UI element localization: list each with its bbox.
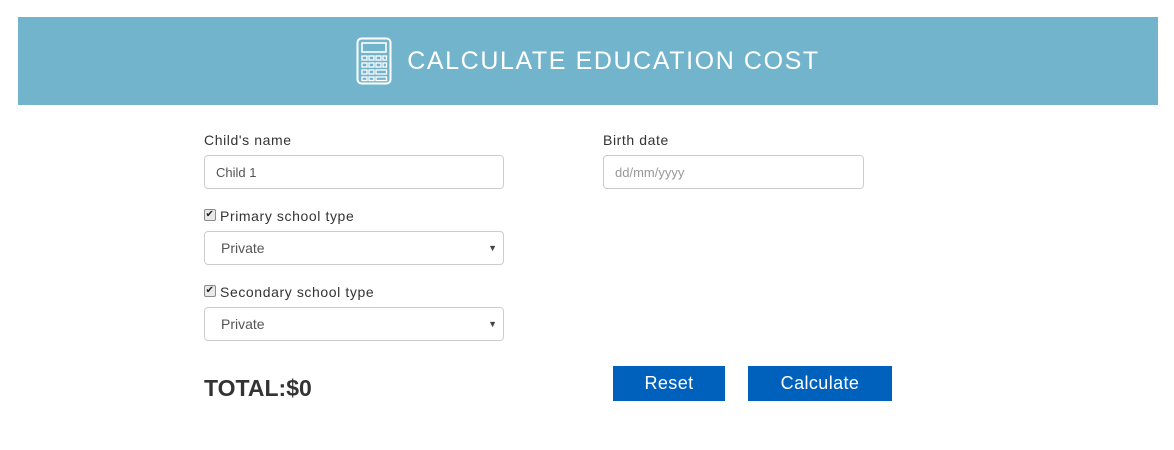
total-display: TOTAL: $0	[204, 375, 312, 402]
birth-date-input[interactable]	[603, 155, 864, 189]
page-title: CALCULATE EDUCATION COST	[407, 46, 820, 75]
birth-date-label: Birth date	[603, 132, 669, 148]
calculate-button[interactable]: Calculate	[748, 366, 892, 401]
reset-button[interactable]: Reset	[613, 366, 725, 401]
child-name-label: Child's name	[204, 132, 292, 148]
secondary-school-checkbox[interactable]: ✔	[204, 284, 216, 297]
page: CALCULATE EDUCATION COST Child's name Bi…	[0, 0, 1174, 450]
primary-school-selected: Private	[221, 240, 265, 256]
header-content: CALCULATE EDUCATION COST	[356, 37, 820, 85]
child-name-input[interactable]	[204, 155, 504, 189]
header-banner: CALCULATE EDUCATION COST	[18, 17, 1158, 105]
secondary-school-select[interactable]: Private ▼	[204, 307, 504, 341]
secondary-school-row: ✔ Secondary school type	[204, 284, 374, 300]
calculator-icon	[356, 37, 392, 85]
primary-school-label: Primary school type	[220, 208, 355, 224]
primary-school-row: ✔ Primary school type	[204, 208, 354, 224]
secondary-school-selected: Private	[221, 316, 265, 332]
chevron-down-icon: ▼	[488, 319, 497, 329]
total-label: TOTAL:	[204, 375, 287, 401]
primary-school-checkbox[interactable]: ✔	[204, 208, 216, 221]
chevron-down-icon: ▼	[488, 243, 497, 253]
primary-school-select[interactable]: Private ▼	[204, 231, 504, 265]
total-value: $0	[286, 375, 312, 401]
secondary-school-label: Secondary school type	[220, 284, 375, 300]
